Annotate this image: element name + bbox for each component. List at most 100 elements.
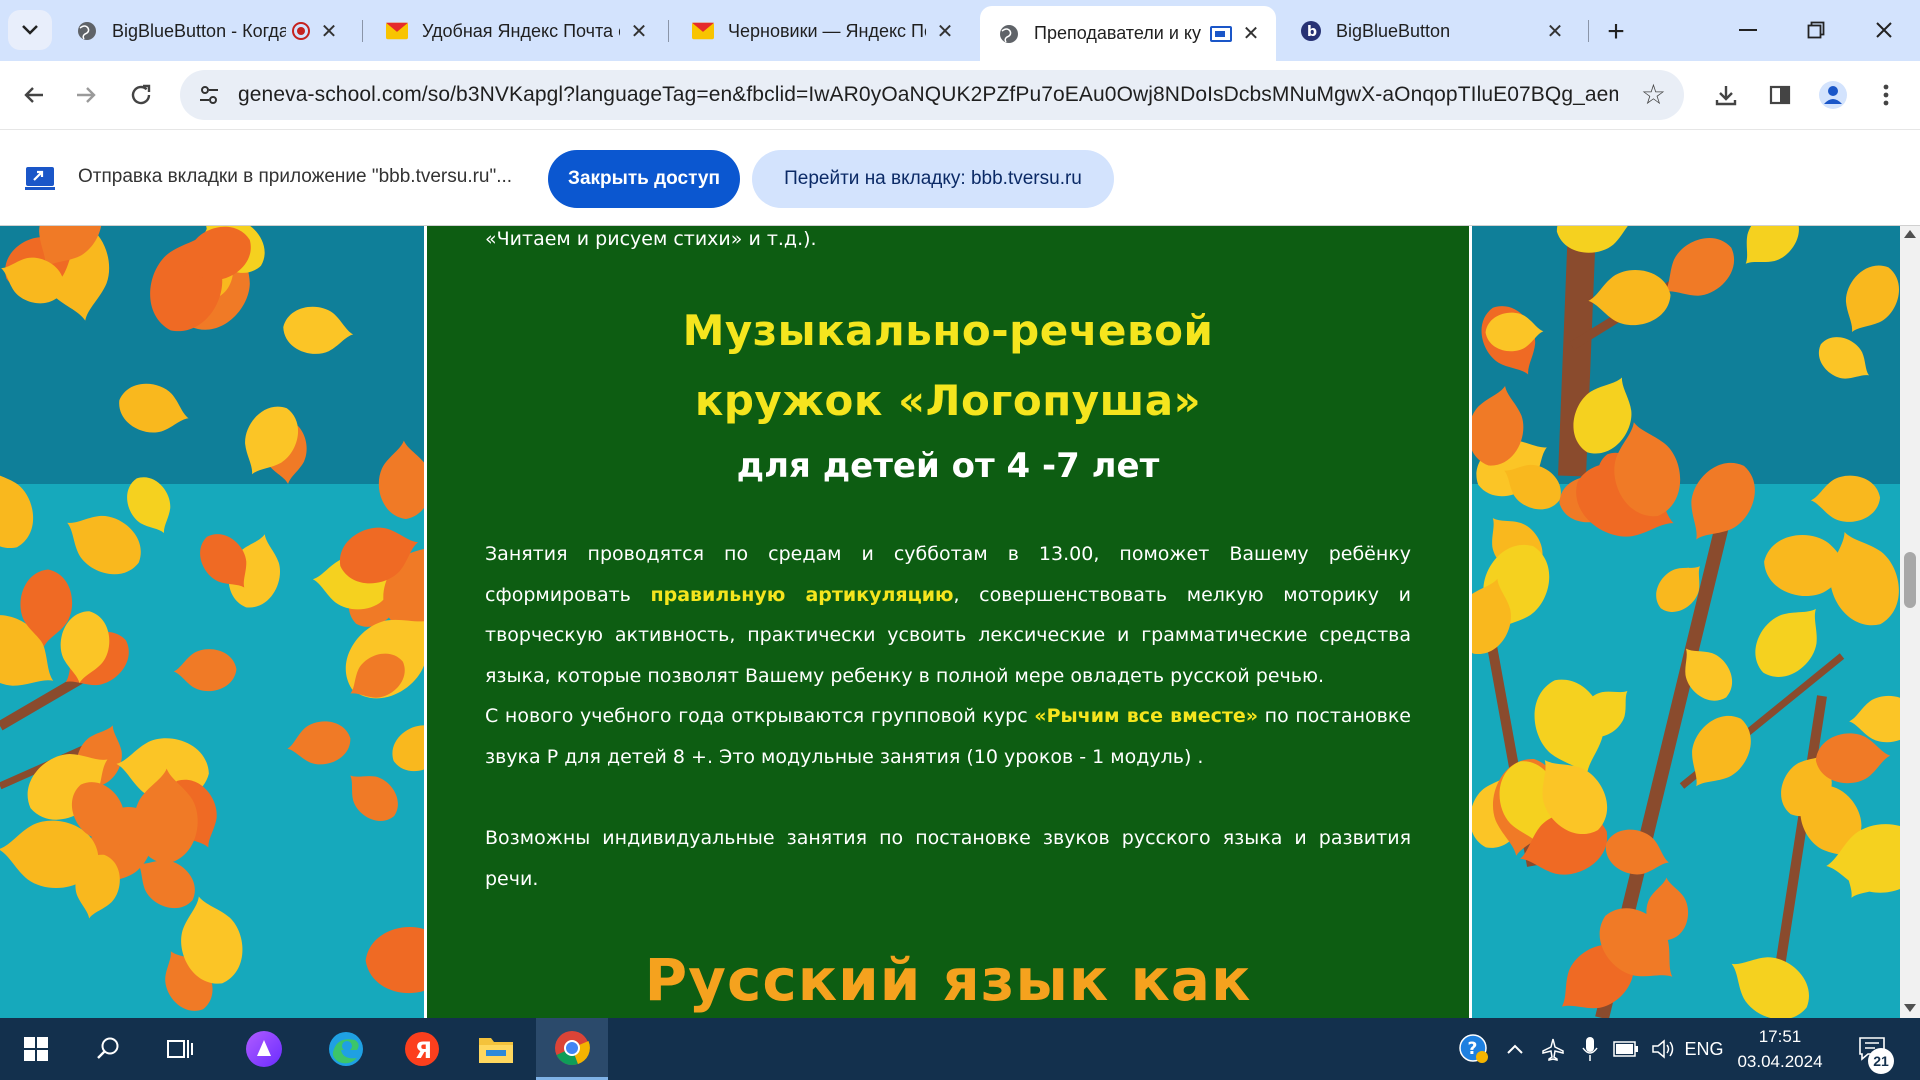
alice-icon [246, 1031, 282, 1067]
svg-text:Я: Я [415, 1039, 432, 1064]
tab-teachers-active[interactable]: Преподаватели и ку ✕ [980, 6, 1276, 61]
tab-separator [1588, 20, 1589, 42]
tab-strip: BigBlueButton - Когда ✕ Удобная Яндекс П… [0, 0, 1920, 61]
show-hidden-icons-button[interactable] [1500, 1018, 1530, 1080]
content-panel: «Читаем и рисуем стихи» и т.д.). Музыкал… [424, 226, 1472, 1018]
tab-drafts[interactable]: Черновики — Яндекс По ✕ [674, 8, 970, 54]
recording-icon [292, 22, 310, 40]
restore-button[interactable] [1786, 8, 1846, 52]
site-info-icon[interactable] [192, 78, 226, 112]
tab-title: BigBlueButton - Когда [112, 20, 286, 41]
tab-bigbluebutton-2[interactable]: b BigBlueButton ✕ [1282, 8, 1580, 54]
url-text[interactable]: geneva-school.com/so/b3NVKapgl?languageT… [238, 83, 1618, 107]
tab-separator [362, 20, 363, 42]
close-window-button[interactable] [1854, 8, 1914, 52]
download-icon [1715, 86, 1737, 106]
file-explorer-button[interactable] [460, 1018, 532, 1080]
chevron-down-icon [22, 25, 38, 35]
club-title-line1: Музыкально-речевой [682, 306, 1214, 355]
task-view-button[interactable] [144, 1018, 216, 1080]
edge-button[interactable] [310, 1018, 382, 1080]
highlight-text: «Рычим все вместе» [1034, 705, 1259, 727]
close-icon[interactable]: ✕ [318, 20, 340, 43]
autumn-leaves-background-left [0, 226, 424, 1018]
profile-button[interactable] [1813, 75, 1853, 115]
close-icon[interactable]: ✕ [1240, 23, 1262, 45]
page-scrollbar[interactable] [1900, 226, 1920, 1018]
start-button[interactable] [0, 1018, 72, 1080]
switch-to-tab-button[interactable]: Перейти на вкладку: bbb.tversu.ru [752, 150, 1114, 208]
scroll-down-arrow-icon[interactable] [1904, 1004, 1916, 1012]
chrome-icon [555, 1030, 590, 1065]
screen-share-icon [25, 167, 55, 190]
arrow-left-icon [24, 87, 43, 103]
reload-button[interactable] [121, 75, 161, 115]
close-icon[interactable]: ✕ [1544, 20, 1566, 43]
close-icon [1876, 22, 1892, 38]
kebab-menu-icon [1883, 84, 1889, 106]
chrome-button[interactable] [536, 1018, 608, 1080]
highlight-text: правильную артикуляцию [650, 583, 954, 606]
help-tray-button[interactable]: ? [1454, 1018, 1494, 1080]
svg-text:b: b [1307, 24, 1317, 40]
file-explorer-icon [479, 1038, 513, 1063]
yandex-browser-button[interactable]: Я [386, 1018, 458, 1080]
tab-search-button[interactable] [8, 10, 52, 50]
side-panel-button[interactable] [1760, 75, 1800, 115]
microphone-icon [1582, 1037, 1598, 1061]
taskbar-search-button[interactable] [72, 1018, 144, 1080]
back-button[interactable] [14, 75, 54, 115]
tab-bigbluebutton-1[interactable]: BigBlueButton - Когда ✕ [58, 8, 354, 54]
microphone-tray[interactable] [1575, 1018, 1605, 1080]
forward-button[interactable] [66, 75, 106, 115]
autumn-leaves-image [0, 226, 424, 1018]
arrow-right-icon [77, 87, 96, 103]
minimize-icon [1739, 29, 1757, 31]
bigbluebutton-icon: b [1300, 20, 1322, 42]
paragraph-individual: Возможны индивидуальные занятия по поста… [485, 827, 1411, 890]
address-bar[interactable]: geneva-school.com/so/b3NVKapgl?languageT… [180, 70, 1684, 120]
tab-sharing-icon [1210, 25, 1232, 42]
downloads-button[interactable] [1706, 75, 1746, 115]
autumn-tree-image [1472, 226, 1900, 1018]
chevron-up-icon [1507, 1044, 1523, 1054]
reload-icon [131, 84, 151, 105]
text-fragment: «Читаем и рисуем стихи» и т.д.). [485, 228, 817, 250]
windows-taskbar: Я ? ENG 17:51 03.04.2024 21 [0, 1018, 1920, 1080]
tab-yandex-mail[interactable]: Удобная Яндекс Почта с ✕ [368, 8, 664, 54]
paragraph-schedule: Занятия проводятся по средам и субботам … [485, 534, 1411, 696]
scroll-thumb[interactable] [1904, 552, 1916, 608]
battery-icon [1613, 1041, 1638, 1057]
browser-toolbar: geneva-school.com/so/b3NVKapgl?languageT… [0, 61, 1920, 129]
paragraph-course: С нового учебного года открываются групп… [485, 696, 1411, 777]
tab-title: Преподаватели и ку [1034, 23, 1201, 43]
section-heading-russian-foreign: Русский язык как иностранный [644, 946, 1252, 1018]
alice-button[interactable] [228, 1018, 300, 1080]
close-icon[interactable]: ✕ [934, 20, 956, 43]
restore-icon [1807, 21, 1825, 39]
new-tab-button[interactable]: + [1598, 14, 1634, 50]
input-language-tray[interactable]: ENG [1684, 1018, 1724, 1080]
minimize-button[interactable] [1718, 8, 1778, 52]
yandex-mail-icon [386, 20, 408, 42]
bookmark-star-icon[interactable]: ☆ [1641, 80, 1666, 110]
speaker-icon [1652, 1039, 1674, 1059]
stop-sharing-button[interactable]: Закрыть доступ [548, 150, 740, 208]
autumn-leaves-background-right [1472, 226, 1900, 1018]
yandex-mail-icon [692, 20, 714, 42]
close-icon[interactable]: ✕ [628, 20, 650, 43]
system-clock[interactable]: 17:51 03.04.2024 [1720, 1024, 1840, 1074]
menu-button[interactable] [1866, 75, 1906, 115]
clock-time: 17:51 [1758, 1027, 1802, 1046]
battery-tray[interactable] [1608, 1018, 1644, 1080]
avatar-icon [1819, 81, 1847, 109]
svg-text:?: ? [1468, 1039, 1478, 1059]
tab-sharing-infobar: Отправка вкладки в приложение "bbb.tvers… [0, 129, 1920, 226]
airplane-mode-tray[interactable] [1535, 1018, 1571, 1080]
globe-icon [76, 20, 98, 42]
volume-tray[interactable] [1647, 1018, 1681, 1080]
clock-date: 03.04.2024 [1737, 1052, 1823, 1071]
tab-title: BigBlueButton [1336, 20, 1451, 41]
club-title-line2: кружок «Логопуша» [694, 376, 1202, 425]
scroll-up-arrow-icon[interactable] [1904, 230, 1916, 238]
